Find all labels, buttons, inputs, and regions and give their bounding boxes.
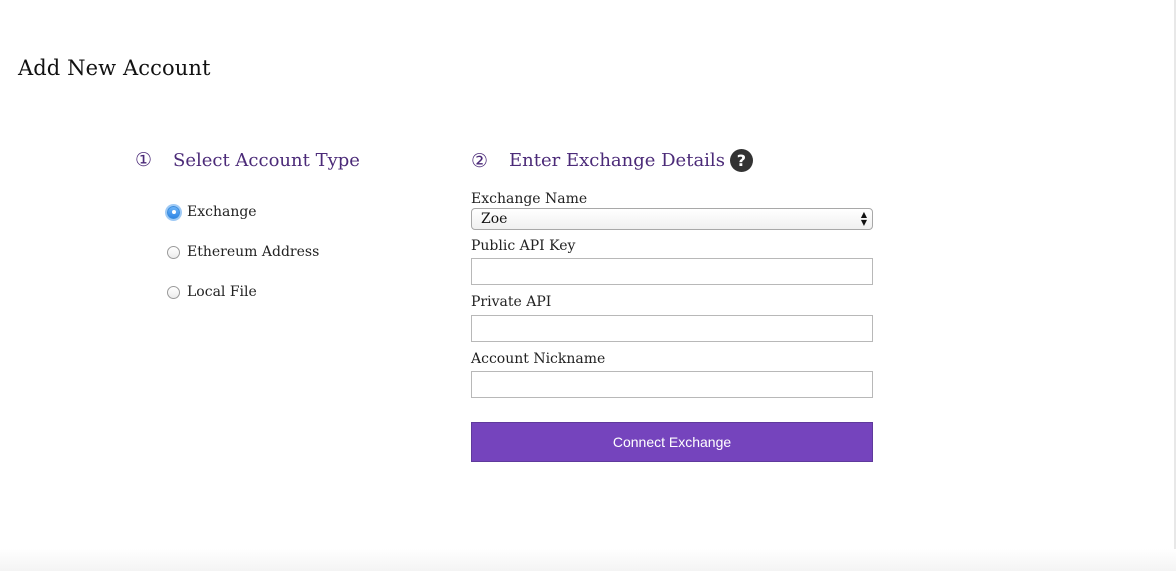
account-nickname-label: Account Nickname — [471, 351, 606, 367]
account-type-exchange[interactable]: Exchange — [167, 203, 319, 221]
exchange-radio-label: Exchange — [187, 204, 257, 220]
exchange-name-label: Exchange Name — [471, 191, 588, 207]
account-type-list: Exchange Ethereum Address Local File — [167, 203, 319, 323]
private-api-label: Private API — [471, 294, 552, 310]
account-type-local-file[interactable]: Local File — [167, 283, 319, 301]
local-file-radio[interactable] — [167, 285, 180, 299]
bottom-fade — [0, 549, 1176, 571]
ethereum-address-radio[interactable] — [167, 245, 180, 259]
connect-exchange-button[interactable]: Connect Exchange — [471, 422, 873, 462]
exchange-radio[interactable] — [167, 205, 180, 219]
account-type-ethereum[interactable]: Ethereum Address — [167, 243, 319, 261]
select-arrows-icon: ▲ ▼ — [860, 210, 868, 227]
add-account-page: Add New Account ① Select Account Type Ex… — [0, 0, 1176, 571]
exchange-name-value: Zoe — [481, 211, 508, 227]
ethereum-address-radio-label: Ethereum Address — [187, 244, 320, 260]
question-circle-icon[interactable]: ? — [729, 149, 753, 172]
step1-heading: ① Select Account Type — [135, 149, 360, 171]
local-file-radio-label: Local File — [187, 284, 257, 300]
public-api-key-label: Public API Key — [471, 238, 576, 254]
private-api-input[interactable] — [471, 315, 873, 342]
page-title: Add New Account — [18, 56, 211, 80]
account-nickname-input[interactable] — [471, 371, 873, 398]
step2-title: Enter Exchange Details — [509, 150, 725, 171]
exchange-details-form: Exchange Name Zoe ▲ ▼ Public API Key Priv… — [471, 190, 873, 398]
step1-number: ① — [135, 149, 153, 171]
public-api-key-input[interactable] — [471, 258, 873, 285]
step1-title: Select Account Type — [173, 149, 360, 171]
step2-heading: ② Enter Exchange Details ? — [471, 149, 753, 172]
exchange-name-select[interactable]: Zoe ▲ ▼ — [471, 208, 873, 230]
step2-number: ② — [471, 149, 489, 172]
